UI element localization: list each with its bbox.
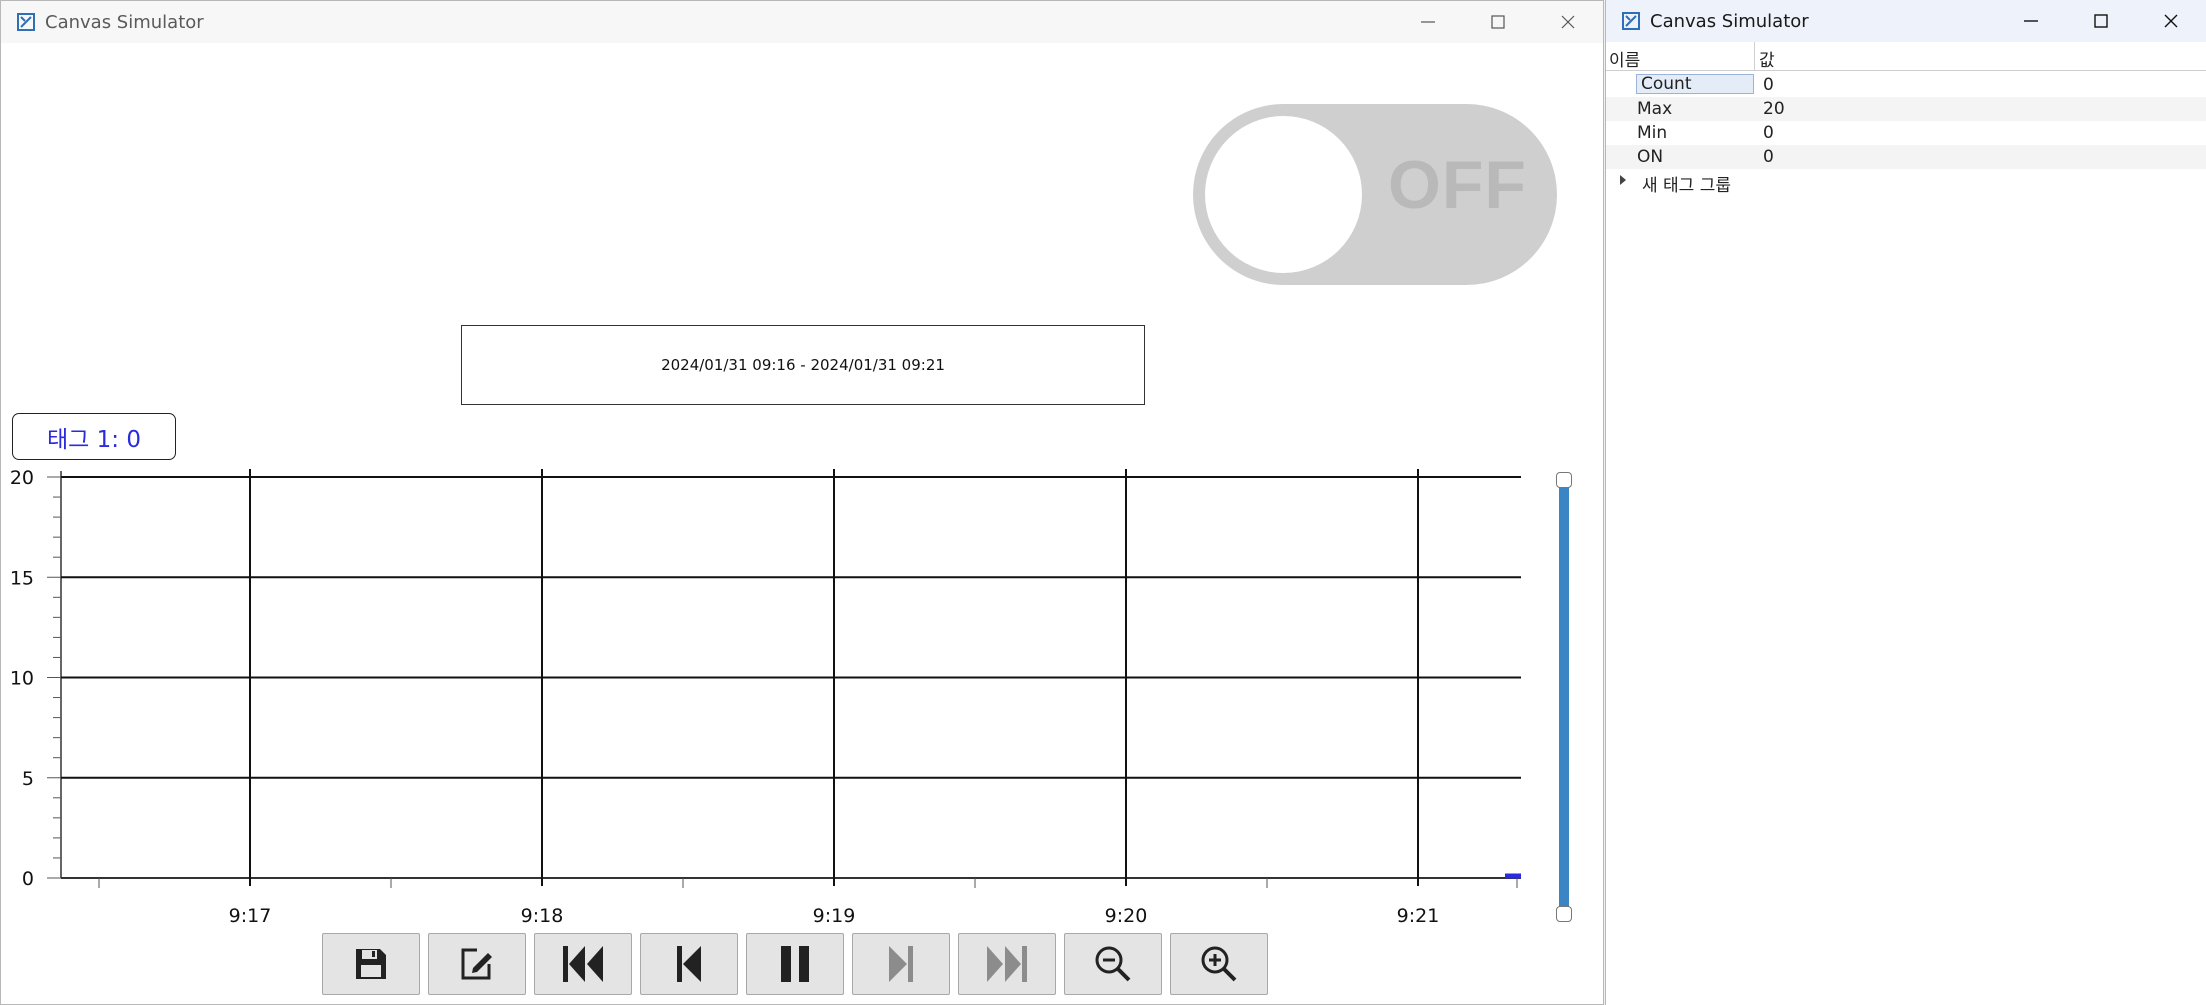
skip-to-start-button[interactable]	[534, 933, 632, 995]
toggle-knob[interactable]	[1205, 116, 1362, 273]
grid-header: 이름 값	[1606, 42, 2206, 71]
maximize-button[interactable]	[1463, 1, 1533, 43]
column-separator[interactable]	[1754, 42, 1755, 70]
column-header-name[interactable]: 이름	[1609, 46, 1640, 71]
group-label: 새 태그 그룹	[1642, 176, 1732, 196]
window-title: Canvas Simulator	[45, 11, 204, 33]
x-tick-label: 9:17	[229, 905, 272, 927]
property-grid: 이름 값 Count 0 Max 20 Min 0 ON 0 새 태그 그룹	[1606, 42, 2206, 1005]
row-name[interactable]: ON	[1637, 147, 1663, 167]
skip-start-icon	[563, 946, 603, 982]
y-tick-label: 5	[22, 768, 34, 790]
side-maximize-button[interactable]	[2066, 0, 2136, 42]
skip-to-end-button[interactable]	[958, 933, 1056, 995]
time-range-text: 2024/01/31 09:16 - 2024/01/31 09:21	[661, 356, 945, 374]
column-header-value[interactable]: 값	[1759, 46, 1775, 71]
close-button[interactable]	[1533, 1, 1603, 43]
app-icon	[1622, 12, 1640, 30]
side-close-button[interactable]	[2136, 0, 2206, 42]
y-tick-label: 0	[22, 868, 34, 890]
save-button[interactable]	[322, 933, 420, 995]
grid-row-on[interactable]: ON 0	[1606, 145, 2206, 169]
edit-icon	[461, 948, 492, 980]
maximize-icon	[2094, 14, 2108, 28]
zoom-out-button[interactable]	[1064, 933, 1162, 995]
y-tick-label: 20	[10, 467, 34, 489]
row-name[interactable]: Min	[1637, 123, 1667, 143]
side-minimize-button[interactable]	[1996, 0, 2066, 42]
trend-chart[interactable]: 0 5 10 15 20 9:17 9:18 9:19 9:20 9:21	[1, 461, 1541, 931]
row-value[interactable]: 0	[1763, 75, 1774, 95]
step-back-button[interactable]	[640, 933, 738, 995]
main-window: Canvas Simulator OFF 2024/01/31 09:16 - …	[0, 0, 1604, 1005]
row-name[interactable]: Max	[1637, 99, 1672, 119]
step-back-icon	[677, 946, 701, 982]
y-tick-label: 15	[10, 567, 34, 589]
app-icon	[17, 13, 35, 31]
close-icon	[2164, 14, 2178, 28]
y-tick-label: 10	[10, 668, 34, 690]
pause-icon	[781, 946, 809, 982]
grid-row-min[interactable]: Min 0	[1606, 121, 2206, 145]
row-name[interactable]: Count	[1636, 74, 1754, 94]
x-tick-label: 9:20	[1105, 905, 1148, 927]
step-forward-button[interactable]	[852, 933, 950, 995]
zoom-in-icon	[1201, 946, 1237, 982]
x-tick-label: 9:21	[1397, 905, 1440, 927]
side-title-bar[interactable]: Canvas Simulator	[1606, 0, 2206, 42]
minimize-icon	[2024, 20, 2038, 22]
grid-row-max[interactable]: Max 20	[1606, 97, 2206, 121]
zoom-out-icon	[1095, 946, 1131, 982]
title-bar[interactable]: Canvas Simulator	[1, 1, 1603, 43]
maximize-icon	[1491, 15, 1505, 29]
toggle-state-label: OFF	[1388, 147, 1527, 223]
pause-button[interactable]	[746, 933, 844, 995]
slider-top-thumb[interactable]	[1556, 472, 1572, 488]
side-window-title: Canvas Simulator	[1650, 10, 1809, 32]
edit-button[interactable]	[428, 933, 526, 995]
grid-group-new-tag[interactable]: 새 태그 그룹	[1606, 169, 2206, 196]
save-icon	[356, 949, 386, 979]
property-window: Canvas Simulator 이름 값 Count 0 Max 20 Min…	[1605, 0, 2206, 1005]
skip-end-icon	[987, 946, 1027, 982]
minimize-icon	[1421, 21, 1435, 23]
minimize-button[interactable]	[1393, 1, 1463, 43]
zoom-in-button[interactable]	[1170, 933, 1268, 995]
slider-track[interactable]	[1559, 481, 1569, 907]
slider-bottom-thumb[interactable]	[1556, 906, 1572, 922]
x-tick-label: 9:18	[521, 905, 564, 927]
playback-toolbar	[322, 933, 1268, 995]
expand-arrow-icon[interactable]	[1620, 175, 1626, 185]
tag-value-label: 태그 1: 0	[12, 413, 176, 460]
vertical-range-slider[interactable]	[1554, 469, 1574, 925]
time-range-label: 2024/01/31 09:16 - 2024/01/31 09:21	[461, 325, 1145, 405]
grid-row-count[interactable]: Count 0	[1606, 73, 2206, 97]
x-tick-label: 9:19	[813, 905, 856, 927]
tag-value-text: 태그 1: 0	[47, 426, 141, 453]
row-value[interactable]: 20	[1763, 99, 1785, 119]
close-icon	[1561, 15, 1575, 29]
row-value[interactable]: 0	[1763, 123, 1774, 143]
power-toggle[interactable]: OFF	[1193, 104, 1557, 285]
row-value[interactable]: 0	[1763, 147, 1774, 167]
step-forward-icon	[889, 946, 913, 982]
